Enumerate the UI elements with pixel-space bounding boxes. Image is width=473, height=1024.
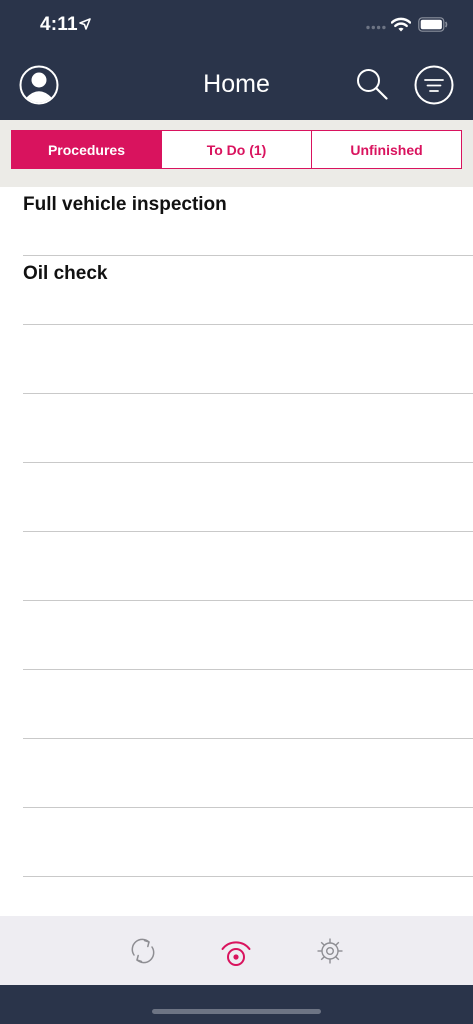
list-item bbox=[23, 808, 473, 877]
wifi-icon bbox=[391, 17, 411, 32]
list-item bbox=[23, 463, 473, 532]
tab-to-do[interactable]: To Do (1) bbox=[162, 131, 312, 168]
bottom-tab-bar bbox=[0, 916, 473, 985]
search-icon[interactable] bbox=[355, 67, 389, 101]
list-item bbox=[23, 739, 473, 808]
list-item bbox=[23, 670, 473, 739]
filter-icon[interactable] bbox=[414, 65, 454, 105]
procedures-list: Full vehicle inspection Oil check bbox=[0, 187, 473, 916]
app-header: 4:11 Home bbox=[0, 0, 473, 120]
no-signal-icon bbox=[366, 25, 386, 30]
segmented-control: Procedures To Do (1) Unfinished bbox=[11, 130, 462, 169]
home-indicator[interactable] bbox=[152, 1009, 321, 1014]
list-item[interactable]: Oil check bbox=[23, 256, 473, 325]
list-item bbox=[23, 394, 473, 463]
nav-bar: Home bbox=[0, 50, 473, 120]
scan-icon[interactable] bbox=[219, 934, 253, 968]
status-time: 4:11 bbox=[40, 14, 78, 35]
tab-unfinished[interactable]: Unfinished bbox=[312, 131, 461, 168]
tab-procedures[interactable]: Procedures bbox=[12, 131, 162, 168]
list-item bbox=[23, 601, 473, 670]
status-bar: 4:11 bbox=[0, 0, 473, 50]
tab-strip: Procedures To Do (1) Unfinished bbox=[0, 120, 473, 187]
page-title: Home bbox=[203, 70, 270, 98]
list-item-label: Oil check bbox=[23, 263, 108, 284]
list-item bbox=[23, 532, 473, 601]
home-indicator-area bbox=[0, 985, 473, 1024]
sync-icon[interactable] bbox=[126, 934, 160, 968]
gear-icon[interactable] bbox=[313, 934, 347, 968]
battery-icon bbox=[418, 17, 448, 32]
list-item bbox=[23, 325, 473, 394]
list-item[interactable]: Full vehicle inspection bbox=[23, 187, 473, 256]
location-arrow-icon bbox=[79, 18, 91, 30]
list-item-label: Full vehicle inspection bbox=[23, 194, 227, 215]
